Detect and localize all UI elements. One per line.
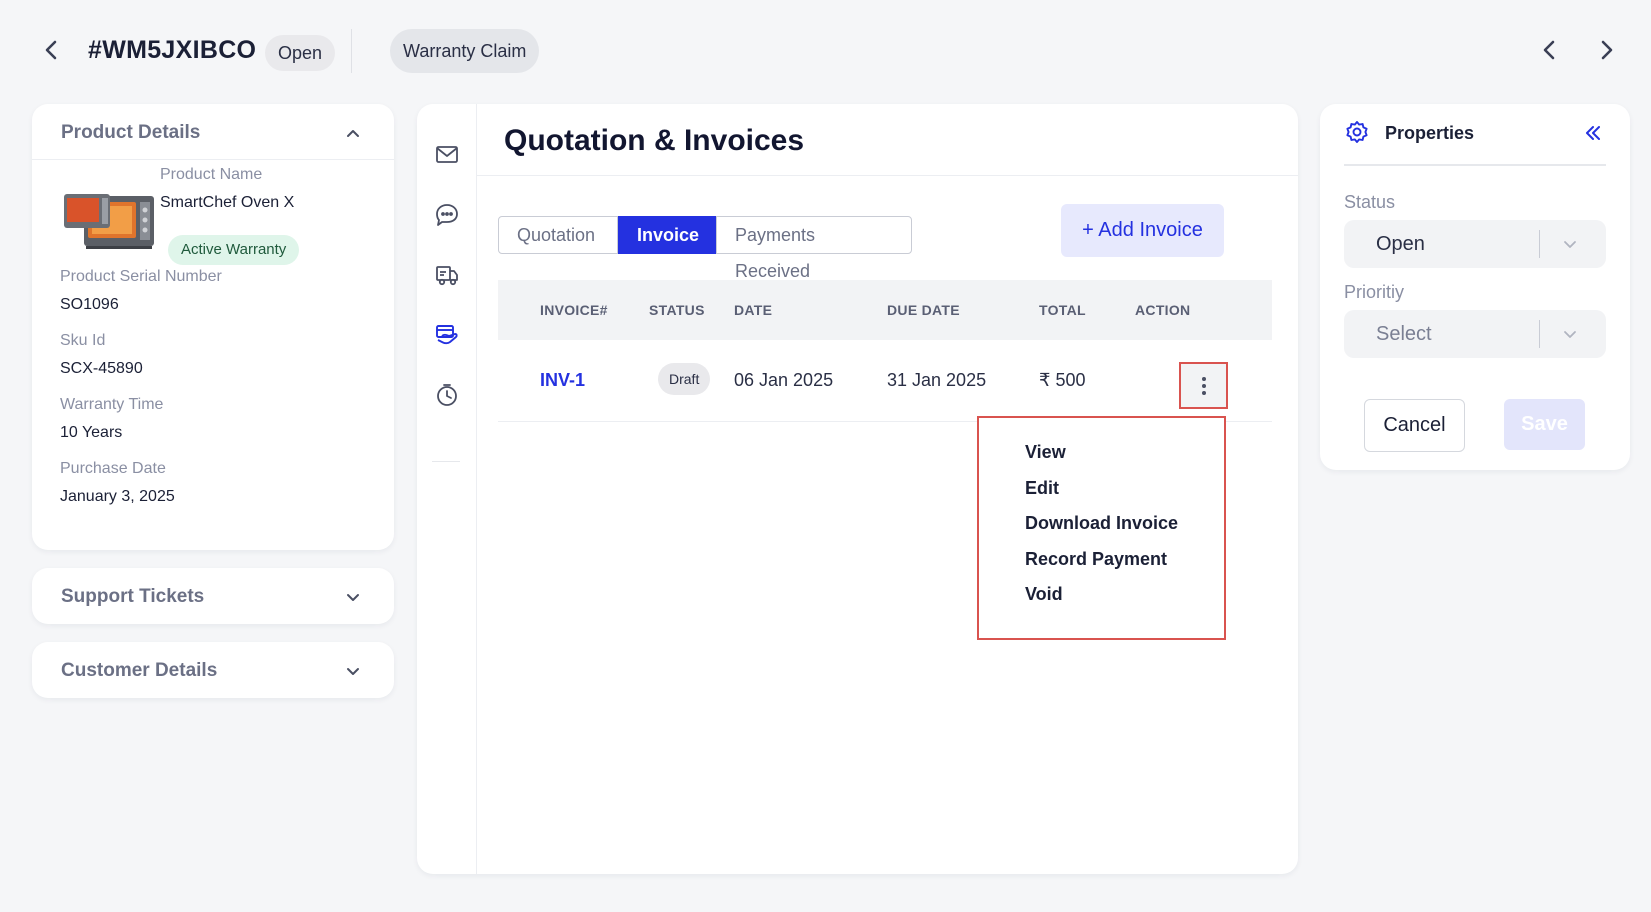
serial-number-label: Product Serial Number <box>60 268 222 285</box>
status-select[interactable]: Open <box>1344 220 1606 268</box>
chevron-down-icon[interactable] <box>344 588 362 606</box>
tab-invoice[interactable]: Invoice <box>618 216 716 254</box>
menu-item-edit[interactable]: Edit <box>1025 478 1059 499</box>
column-invoice: INVOICE# <box>540 302 608 318</box>
table-header: INVOICE# STATUS DATE DUE DATE TOTAL ACTI… <box>498 280 1272 340</box>
row-actions-kebab-icon[interactable] <box>1179 362 1228 409</box>
back-arrow-icon[interactable] <box>40 38 64 62</box>
support-tickets-card[interactable]: Support Tickets <box>32 568 394 624</box>
properties-panel: Properties Status Open Prioritiy Select … <box>1320 104 1630 470</box>
chevron-down-icon <box>1564 241 1576 248</box>
sku-value: SCX-45890 <box>60 360 143 377</box>
invoice-tabs: Quotation Invoice Payments Received <box>498 216 912 281</box>
cancel-button[interactable]: Cancel <box>1364 399 1465 452</box>
product-name-label: Product Name <box>160 166 263 183</box>
next-ticket-icon[interactable] <box>1594 38 1618 62</box>
truck-icon[interactable] <box>434 262 460 288</box>
sku-label: Sku Id <box>60 332 106 349</box>
warranty-status-badge: Active Warranty <box>168 235 300 265</box>
menu-item-view[interactable]: View <box>1025 442 1066 463</box>
menu-item-record-payment[interactable]: Record Payment <box>1025 549 1167 570</box>
customer-details-card[interactable]: Customer Details <box>32 642 394 698</box>
warranty-time-label: Warranty Time <box>60 396 164 413</box>
column-total: TOTAL <box>1039 302 1086 318</box>
action-menu: View Edit Download Invoice Record Paymen… <box>977 416 1226 640</box>
ticket-id: #WM5JXIBCO <box>88 36 257 64</box>
invoice-status-badge: Draft <box>658 363 711 395</box>
side-rail <box>417 104 477 874</box>
ticket-status-badge: Open <box>265 35 336 71</box>
priority-select[interactable]: Select <box>1344 310 1606 358</box>
page-title: Quotation & Invoices <box>504 124 805 157</box>
product-name-value: SmartChef Oven X <box>160 194 295 211</box>
column-due-date: DUE DATE <box>887 302 960 318</box>
quotation-invoices-panel: Quotation & Invoices Quotation Invoice P… <box>417 104 1298 874</box>
menu-item-download-invoice[interactable]: Download Invoice <box>1025 513 1178 534</box>
properties-title: Properties <box>1385 123 1475 143</box>
ticket-type-badge: Warranty Claim <box>390 29 540 73</box>
product-details-header[interactable]: Product Details <box>32 104 394 160</box>
purchase-date-value: January 3, 2025 <box>60 488 175 505</box>
support-tickets-title: Support Tickets <box>61 586 205 607</box>
tab-payments-received[interactable]: Payments Received <box>716 216 912 281</box>
title-divider <box>477 175 1298 176</box>
status-label: Status <box>1344 192 1396 212</box>
purchase-date-label: Purchase Date <box>60 460 166 477</box>
priority-select-value: Select <box>1376 323 1432 345</box>
select-divider <box>1539 230 1540 258</box>
save-button[interactable]: Save <box>1504 399 1585 450</box>
previous-ticket-icon[interactable] <box>1538 38 1562 62</box>
header-divider <box>351 29 352 73</box>
column-action: ACTION <box>1135 302 1191 318</box>
priority-label: Prioritiy <box>1344 282 1405 302</box>
menu-item-void[interactable]: Void <box>1025 584 1063 605</box>
payment-icon[interactable] <box>434 322 460 348</box>
tab-quotation[interactable]: Quotation <box>498 216 618 254</box>
select-divider <box>1539 320 1540 348</box>
chevron-down-icon <box>1564 331 1576 338</box>
table-row: INV-1 Draft 06 Jan 2025 31 Jan 2025 ₹ 50… <box>498 340 1272 422</box>
column-date: DATE <box>734 302 773 318</box>
chevron-down-icon[interactable] <box>344 662 362 680</box>
invoice-number-link[interactable]: INV-1 <box>540 370 585 391</box>
invoice-total: ₹ 500 <box>1039 370 1086 390</box>
double-chevron-left-icon[interactable] <box>1582 122 1604 144</box>
mail-icon[interactable] <box>434 141 460 167</box>
gear-icon <box>1346 121 1368 143</box>
column-status: STATUS <box>649 302 705 318</box>
product-image <box>64 194 154 249</box>
customer-details-title: Customer Details <box>61 660 218 681</box>
chevron-up-icon[interactable] <box>344 124 362 142</box>
rail-divider <box>432 461 460 462</box>
properties-divider <box>1344 164 1606 166</box>
add-invoice-button[interactable]: + Add Invoice <box>1061 204 1224 257</box>
product-details-card: Product Details Product Name SmartChef O… <box>32 104 394 550</box>
warranty-time-value: 10 Years <box>60 424 123 441</box>
timer-icon[interactable] <box>434 382 460 408</box>
invoice-date: 06 Jan 2025 <box>734 370 834 390</box>
status-select-value: Open <box>1376 233 1425 255</box>
product-details-title: Product Details <box>61 122 201 143</box>
chat-icon[interactable] <box>434 202 460 228</box>
top-bar: #WM5JXIBCO Open Warranty Claim <box>0 0 1651 100</box>
invoice-due-date: 31 Jan 2025 <box>887 370 987 390</box>
serial-number-value: SO1096 <box>60 296 119 313</box>
